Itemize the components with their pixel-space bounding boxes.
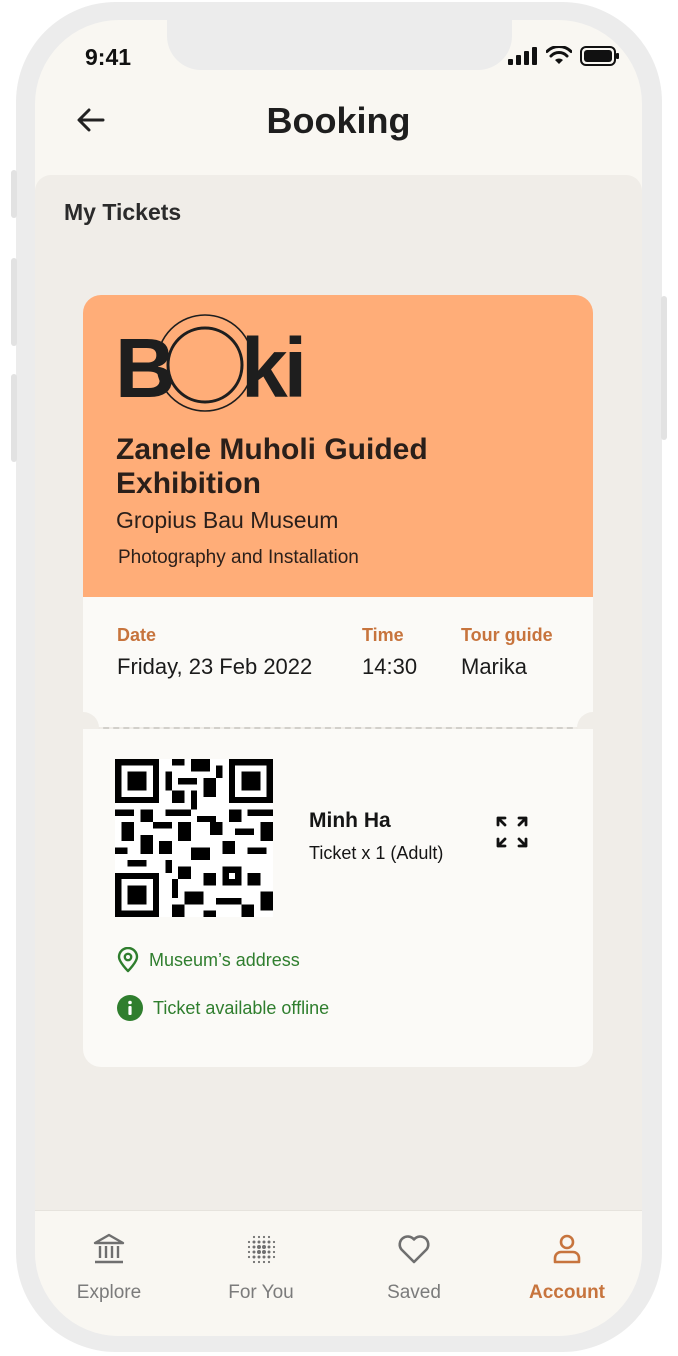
date-label: Date	[117, 625, 157, 645]
header: Booking	[35, 90, 642, 160]
volume-down-button	[11, 374, 17, 462]
event-name: Zanele Muholi Guided Exhibition	[116, 433, 428, 500]
mute-switch	[11, 170, 17, 218]
page-title: Booking	[266, 100, 411, 141]
date-field: Date Friday, 23 Feb 2022	[117, 625, 312, 680]
time-label: Time	[362, 625, 404, 645]
date-value: Friday, 23 Feb 2022	[117, 654, 313, 679]
ticket-details: Date Friday, 23 Feb 2022 Time 14:30 Tour…	[83, 597, 593, 727]
notch	[167, 20, 512, 70]
guide-label: Tour guide	[461, 625, 553, 645]
tab-saved[interactable]: Saved	[354, 1231, 474, 1304]
museum-address-label: Museum’s address	[149, 949, 300, 970]
wifi-icon	[546, 46, 572, 64]
user-icon	[553, 1234, 581, 1264]
event-venue: Gropius Bau Museum	[116, 507, 339, 533]
guide-value: Marika	[461, 654, 528, 679]
museum-address-link[interactable]: Museum’s address	[117, 947, 300, 973]
tab-account[interactable]: Account	[507, 1231, 627, 1304]
ticket-stub: Minh Ha Ticket x 1 (Adult) Museum’s addr…	[83, 729, 593, 1067]
tab-bar: Explore For You Saved Account	[35, 1210, 642, 1336]
location-pin-icon	[117, 947, 139, 973]
signal-icon	[508, 47, 537, 65]
tab-explore-label: Explore	[76, 1282, 142, 1303]
offline-notice: Ticket available offline	[117, 995, 329, 1021]
dots-grid-icon	[247, 1235, 276, 1264]
battery-icon	[580, 46, 619, 66]
ticket-count: Ticket x 1 (Adult)	[309, 843, 444, 863]
ticket-holder-name: Minh Ha	[309, 809, 391, 832]
tab-for-you-label: For You	[228, 1282, 294, 1303]
time-value: 14:30	[362, 654, 418, 679]
offline-notice-label: Ticket available offline	[153, 997, 330, 1018]
status-icons	[508, 46, 620, 66]
expand-icon[interactable]	[495, 815, 529, 849]
main-content: My Tickets B ki Zanele Muholi Guided Exh…	[35, 175, 642, 1210]
tab-saved-label: Saved	[387, 1282, 441, 1303]
ticket-header: B ki Zanele Muholi Guided Exhibition Gro…	[83, 295, 593, 597]
section-title: My Tickets	[64, 199, 182, 225]
event-category: Photography and Installation	[118, 547, 359, 568]
power-button	[661, 296, 667, 440]
status-time: 9:41	[85, 44, 132, 70]
tab-for-you[interactable]: For You	[201, 1231, 321, 1304]
brand-logo: B ki	[115, 314, 305, 415]
tab-account-label: Account	[529, 1282, 605, 1303]
ticket-card[interactable]: B ki Zanele Muholi Guided Exhibition Gro…	[67, 295, 609, 1067]
time-field: Time 14:30	[362, 625, 417, 680]
guide-field: Tour guide Marika	[461, 625, 553, 680]
qr-code[interactable]	[115, 759, 273, 917]
volume-up-button	[11, 258, 17, 346]
heart-icon	[398, 1235, 430, 1264]
screen: 9:41 Booking My Tickets B ki Zanele Muho…	[35, 20, 642, 1336]
info-icon	[117, 995, 143, 1021]
museum-icon	[93, 1233, 125, 1264]
tab-explore[interactable]: Explore	[49, 1231, 169, 1304]
svg-text:ki: ki	[241, 321, 303, 415]
svg-text:B: B	[115, 321, 173, 415]
